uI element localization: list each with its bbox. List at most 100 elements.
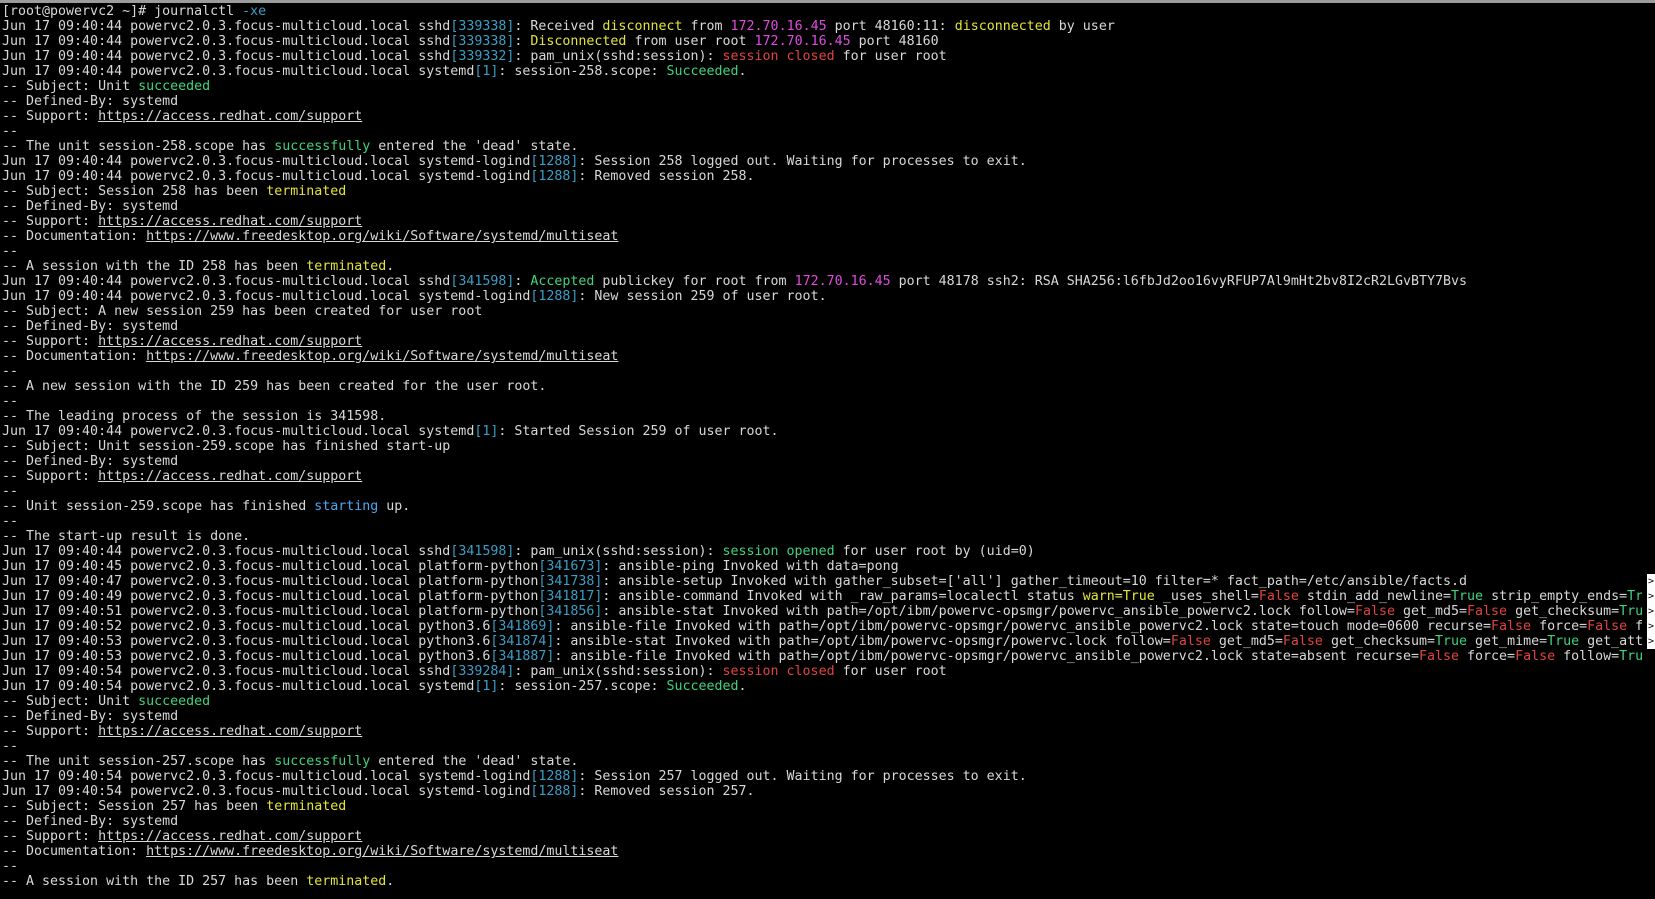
terminal-line: Jun 17 09:40:44 powervc2.0.3.focus-multi… [2, 49, 1642, 64]
terminal-line: Jun 17 09:40:53 powervc2.0.3.focus-multi… [2, 649, 1642, 664]
log-text: for user root by (uid=0) [834, 544, 1035, 559]
support-link[interactable]: https://access.redhat.com/support [98, 214, 362, 229]
support-link[interactable]: https://www.freedesktop.org/wiki/Softwar… [146, 229, 618, 244]
log-text: Jun 17 09:40:44 powervc2.0.3.focus-multi… [2, 544, 451, 559]
log-text: -- [2, 739, 19, 754]
log-text: session closed [722, 664, 835, 679]
log-text: 172.70.16.45 [794, 274, 891, 289]
log-text: up. [378, 499, 411, 514]
support-link[interactable]: https://access.redhat.com/support [98, 109, 362, 124]
log-text: Jun 17 09:40:54 powervc2.0.3.focus-multi… [2, 679, 475, 694]
log-text: True [1547, 634, 1580, 649]
terminal-line: Jun 17 09:40:44 powervc2.0.3.focus-multi… [2, 19, 1642, 34]
terminal-line: -- Subject: A new session 259 has been c… [2, 304, 1642, 319]
log-text: Jun 17 09:40:44 powervc2.0.3.focus-multi… [2, 34, 451, 49]
support-link[interactable]: https://www.freedesktop.org/wiki/Softwar… [146, 349, 618, 364]
window-top-border [0, 0, 1655, 3]
log-text: _uses_shell= [1154, 589, 1259, 604]
log-text: : pam_unix(sshd:session): [514, 664, 723, 679]
log-text: -- [2, 244, 19, 259]
terminal-line: -- [2, 124, 1642, 139]
log-text: : Received [514, 19, 603, 34]
terminal-line: Jun 17 09:40:51 powervc2.0.3.focus-multi… [2, 604, 1642, 619]
terminal-window[interactable]: [root@powervc2 ~]# journalctl -xe Jun 17 … [0, 0, 1655, 899]
terminal-line: -- Subject: Session 258 has been termina… [2, 184, 1642, 199]
log-text: : [514, 274, 531, 289]
terminal-line: -- [2, 514, 1642, 529]
terminal-line: Jun 17 09:40:44 powervc2.0.3.focus-multi… [2, 289, 1642, 304]
log-text: force= [1459, 649, 1516, 664]
log-text: Jun 17 09:40:54 powervc2.0.3.focus-multi… [2, 664, 451, 679]
terminal-output[interactable]: [root@powervc2 ~]# journalctl -xe Jun 17 … [2, 4, 1642, 889]
log-text: succeeded [138, 79, 211, 94]
log-text: -- The start-up result is done. [2, 529, 251, 544]
line-overflow-indicator: > [1647, 619, 1655, 634]
log-text: -- [2, 364, 19, 379]
terminal-line: Jun 17 09:40:49 powervc2.0.3.focus-multi… [2, 589, 1642, 604]
log-text: -- Subject: Unit [2, 79, 139, 94]
log-text: Jun 17 09:40:47 powervc2.0.3.focus-multi… [2, 574, 539, 589]
terminal-line: -- [2, 364, 1642, 379]
support-link[interactable]: https://access.redhat.com/support [98, 334, 362, 349]
log-text: -- [2, 484, 19, 499]
log-text: get_mime= [1467, 634, 1548, 649]
line-overflow-indicator: > [1647, 574, 1655, 589]
log-text: -xe [242, 4, 267, 19]
log-text: successfully [274, 754, 371, 769]
log-text: : ansible-setup Invoked with gather_subs… [602, 574, 1468, 589]
log-text: [341598] [450, 544, 515, 559]
log-text: terminated [306, 259, 387, 274]
log-text: from [682, 19, 731, 34]
log-text: Disconnected [530, 34, 627, 49]
support-link[interactable]: https://access.redhat.com/support [98, 724, 362, 739]
terminal-line: -- The start-up result is done. [2, 529, 1642, 544]
log-text: [341887] [490, 649, 555, 664]
log-text: disconnect [602, 19, 683, 34]
log-text: Jun 17 09:40:44 powervc2.0.3.focus-multi… [2, 274, 451, 289]
log-text: Jun 17 09:40:44 powervc2.0.3.focus-multi… [2, 424, 475, 439]
log-text: . [738, 679, 747, 694]
log-text: Jun 17 09:40:49 powervc2.0.3.focus-multi… [2, 589, 539, 604]
terminal-line: -- A session with the ID 257 has been te… [2, 874, 1642, 889]
log-text: : ansible-ping Invoked with data=pong [602, 559, 899, 574]
log-text: Jun 17 09:40:44 powervc2.0.3.focus-multi… [2, 169, 531, 184]
log-text: : ansible-stat Invoked with path=/opt/ib… [554, 634, 1171, 649]
support-link[interactable]: https://access.redhat.com/support [98, 469, 362, 484]
log-text: Tru [1619, 604, 1642, 619]
log-text: port 48178 ssh2: RSA SHA256:l6fbJd2oo16v… [890, 274, 1468, 289]
log-text: -- Documentation: [2, 844, 147, 859]
terminal-line: -- Defined-By: systemd [2, 199, 1642, 214]
terminal-line: -- The leading process of the session is… [2, 409, 1642, 424]
log-text: Accepted [530, 274, 595, 289]
terminal-line: Jun 17 09:40:47 powervc2.0.3.focus-multi… [2, 574, 1642, 589]
log-text: entered the 'dead' state. [370, 139, 579, 154]
log-text: Jun 17 09:40:44 powervc2.0.3.focus-multi… [2, 289, 531, 304]
terminal-line: -- Support: https://access.redhat.com/su… [2, 829, 1642, 844]
terminal-line: -- Defined-By: systemd [2, 814, 1642, 829]
log-text: : Session 257 logged out. Waiting for pr… [578, 769, 1027, 784]
log-text: Jun 17 09:40:54 powervc2.0.3.focus-multi… [2, 784, 531, 799]
log-text: Jun 17 09:40:45 powervc2.0.3.focus-multi… [2, 559, 539, 574]
log-text: stdin_add_newline= [1298, 589, 1452, 604]
log-text: -- Subject: Unit [2, 694, 139, 709]
terminal-line: Jun 17 09:40:44 powervc2.0.3.focus-multi… [2, 154, 1642, 169]
log-text: Jun 17 09:40:53 powervc2.0.3.focus-multi… [2, 649, 491, 664]
log-text: -- Support: [2, 469, 99, 484]
log-text: -- Support: [2, 829, 99, 844]
log-text: : pam_unix(sshd:session): [514, 544, 723, 559]
terminal-line: -- [2, 484, 1642, 499]
terminal-line: -- A new session with the ID 259 has bee… [2, 379, 1642, 394]
log-text: -- Subject: Unit session-259.scope has f… [2, 439, 451, 454]
log-text: -- [2, 124, 19, 139]
log-text: : [514, 34, 531, 49]
log-text: : ansible-stat Invoked with path=/opt/ib… [602, 604, 1355, 619]
log-text: Tr [1627, 589, 1642, 604]
log-text: [1288] [530, 289, 579, 304]
log-text: -- Support: [2, 214, 99, 229]
log-text: : ansible-command Invoked with _raw_para… [602, 589, 1083, 604]
log-text: [341738] [538, 574, 603, 589]
support-link[interactable]: https://www.freedesktop.org/wiki/Softwar… [146, 844, 618, 859]
log-text: get_checksum= [1507, 604, 1620, 619]
support-link[interactable]: https://access.redhat.com/support [98, 829, 362, 844]
log-text: -- Support: [2, 334, 99, 349]
